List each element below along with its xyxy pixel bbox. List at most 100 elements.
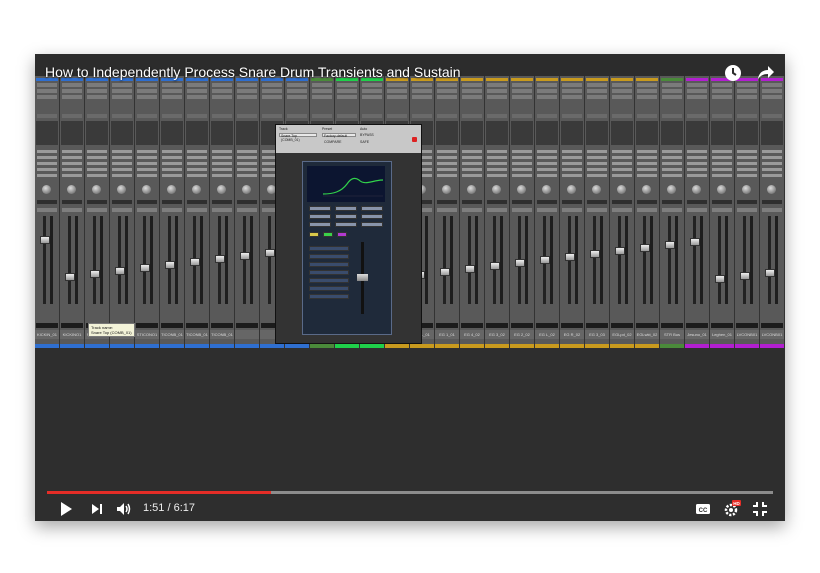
insert-slot[interactable]: [437, 89, 457, 93]
io-selector[interactable]: [237, 156, 257, 159]
insert-slot[interactable]: [687, 89, 707, 93]
volume-fader[interactable]: [190, 258, 200, 266]
insert-slot[interactable]: [762, 95, 782, 99]
io-selector[interactable]: [162, 162, 182, 165]
insert-slot[interactable]: [87, 83, 107, 87]
pan-knob[interactable]: [717, 185, 726, 194]
io-selector[interactable]: [762, 150, 782, 153]
insert-slot[interactable]: [737, 83, 757, 87]
insert-slot[interactable]: [62, 89, 82, 93]
io-selector[interactable]: [637, 162, 657, 165]
insert-slot[interactable]: [312, 95, 332, 99]
io-selector[interactable]: [187, 168, 207, 171]
solo-mute-buttons[interactable]: [512, 208, 532, 212]
plugin-control[interactable]: [309, 206, 331, 211]
io-selector[interactable]: [762, 174, 782, 177]
channel-strip[interactable]: STICONO1: [85, 76, 110, 348]
plugin-section[interactable]: [309, 294, 349, 299]
exit-fullscreen-icon[interactable]: [751, 500, 769, 518]
channel-strip[interactable]: KICKINO1: [60, 76, 85, 348]
solo-mute-buttons[interactable]: [637, 208, 657, 212]
channel-strip[interactable]: EG 4_02: [460, 76, 485, 348]
io-selector[interactable]: [637, 168, 657, 171]
track-name[interactable]: Jesuno_01: [685, 330, 709, 339]
insert-slot[interactable]: [687, 83, 707, 87]
io-selector[interactable]: [162, 156, 182, 159]
io-selector[interactable]: [112, 156, 132, 159]
solo-mute-buttons[interactable]: [37, 208, 57, 212]
io-selector[interactable]: [137, 150, 157, 153]
insert-slot[interactable]: [587, 95, 607, 99]
io-selector[interactable]: [437, 156, 457, 159]
insert-slot[interactable]: [762, 83, 782, 87]
volume-fader[interactable]: [90, 270, 100, 278]
io-selector[interactable]: [37, 162, 57, 165]
pan-knob[interactable]: [467, 185, 476, 194]
insert-slot[interactable]: [237, 83, 257, 87]
insert-slot[interactable]: [712, 95, 732, 99]
io-selector[interactable]: [37, 174, 57, 177]
track-name[interactable]: TICONB_01: [210, 330, 234, 339]
io-selector[interactable]: [112, 168, 132, 171]
track-name[interactable]: EG 3_02: [485, 330, 509, 339]
insert-slot[interactable]: [212, 89, 232, 93]
send-slot[interactable]: [162, 114, 182, 118]
track-name[interactable]: [235, 330, 259, 339]
solo-mute-buttons[interactable]: [712, 208, 732, 212]
io-selector[interactable]: [212, 168, 232, 171]
volume-fader[interactable]: [440, 268, 450, 276]
io-selector[interactable]: [662, 162, 682, 165]
solo-mute-buttons[interactable]: [487, 208, 507, 212]
plugin-control[interactable]: [309, 222, 331, 227]
channel-strip[interactable]: LVCONB01: [760, 76, 785, 348]
pan-knob[interactable]: [142, 185, 151, 194]
channel-strip[interactable]: EG 1_01: [435, 76, 460, 348]
io-selector[interactable]: [687, 150, 707, 153]
solo-mute-buttons[interactable]: [462, 208, 482, 212]
io-selector[interactable]: [687, 162, 707, 165]
io-selector[interactable]: [737, 156, 757, 159]
insert-slot[interactable]: [462, 89, 482, 93]
next-icon[interactable]: [88, 500, 106, 518]
insert-slot[interactable]: [87, 89, 107, 93]
insert-slot[interactable]: [237, 89, 257, 93]
io-selector[interactable]: [712, 156, 732, 159]
insert-slot[interactable]: [62, 95, 82, 99]
send-slot[interactable]: [587, 114, 607, 118]
insert-slot[interactable]: [412, 95, 432, 99]
insert-slot[interactable]: [287, 83, 307, 87]
io-selector[interactable]: [587, 162, 607, 165]
io-selector[interactable]: [187, 150, 207, 153]
io-selector[interactable]: [687, 168, 707, 171]
insert-slot[interactable]: [162, 95, 182, 99]
volume-fader[interactable]: [115, 267, 125, 275]
solo-mute-buttons[interactable]: [562, 208, 582, 212]
insert-slot[interactable]: [562, 83, 582, 87]
insert-slot[interactable]: [387, 95, 407, 99]
plugin-control[interactable]: [361, 214, 383, 219]
plugin-fader[interactable]: [357, 274, 368, 281]
insert-slot[interactable]: [387, 83, 407, 87]
insert-slot[interactable]: [162, 89, 182, 93]
solo-mute-buttons[interactable]: [212, 208, 232, 212]
pan-knob[interactable]: [192, 185, 201, 194]
channel-strip[interactable]: STR Bus: [660, 76, 685, 348]
volume-fader[interactable]: [540, 256, 550, 264]
volume-fader[interactable]: [765, 269, 775, 277]
send-slot[interactable]: [237, 114, 257, 118]
insert-slot[interactable]: [212, 83, 232, 87]
io-selector[interactable]: [762, 162, 782, 165]
solo-mute-buttons[interactable]: [162, 208, 182, 212]
insert-slot[interactable]: [462, 95, 482, 99]
volume-fader[interactable]: [65, 273, 75, 281]
io-selector[interactable]: [462, 174, 482, 177]
plugin-section[interactable]: [309, 286, 349, 291]
insert-slot[interactable]: [537, 83, 557, 87]
volume-fader[interactable]: [40, 236, 50, 244]
io-selector[interactable]: [87, 168, 107, 171]
volume-fader[interactable]: [515, 259, 525, 267]
solo-mute-buttons[interactable]: [587, 208, 607, 212]
io-selector[interactable]: [62, 150, 82, 153]
send-slot[interactable]: [462, 114, 482, 118]
io-selector[interactable]: [662, 174, 682, 177]
